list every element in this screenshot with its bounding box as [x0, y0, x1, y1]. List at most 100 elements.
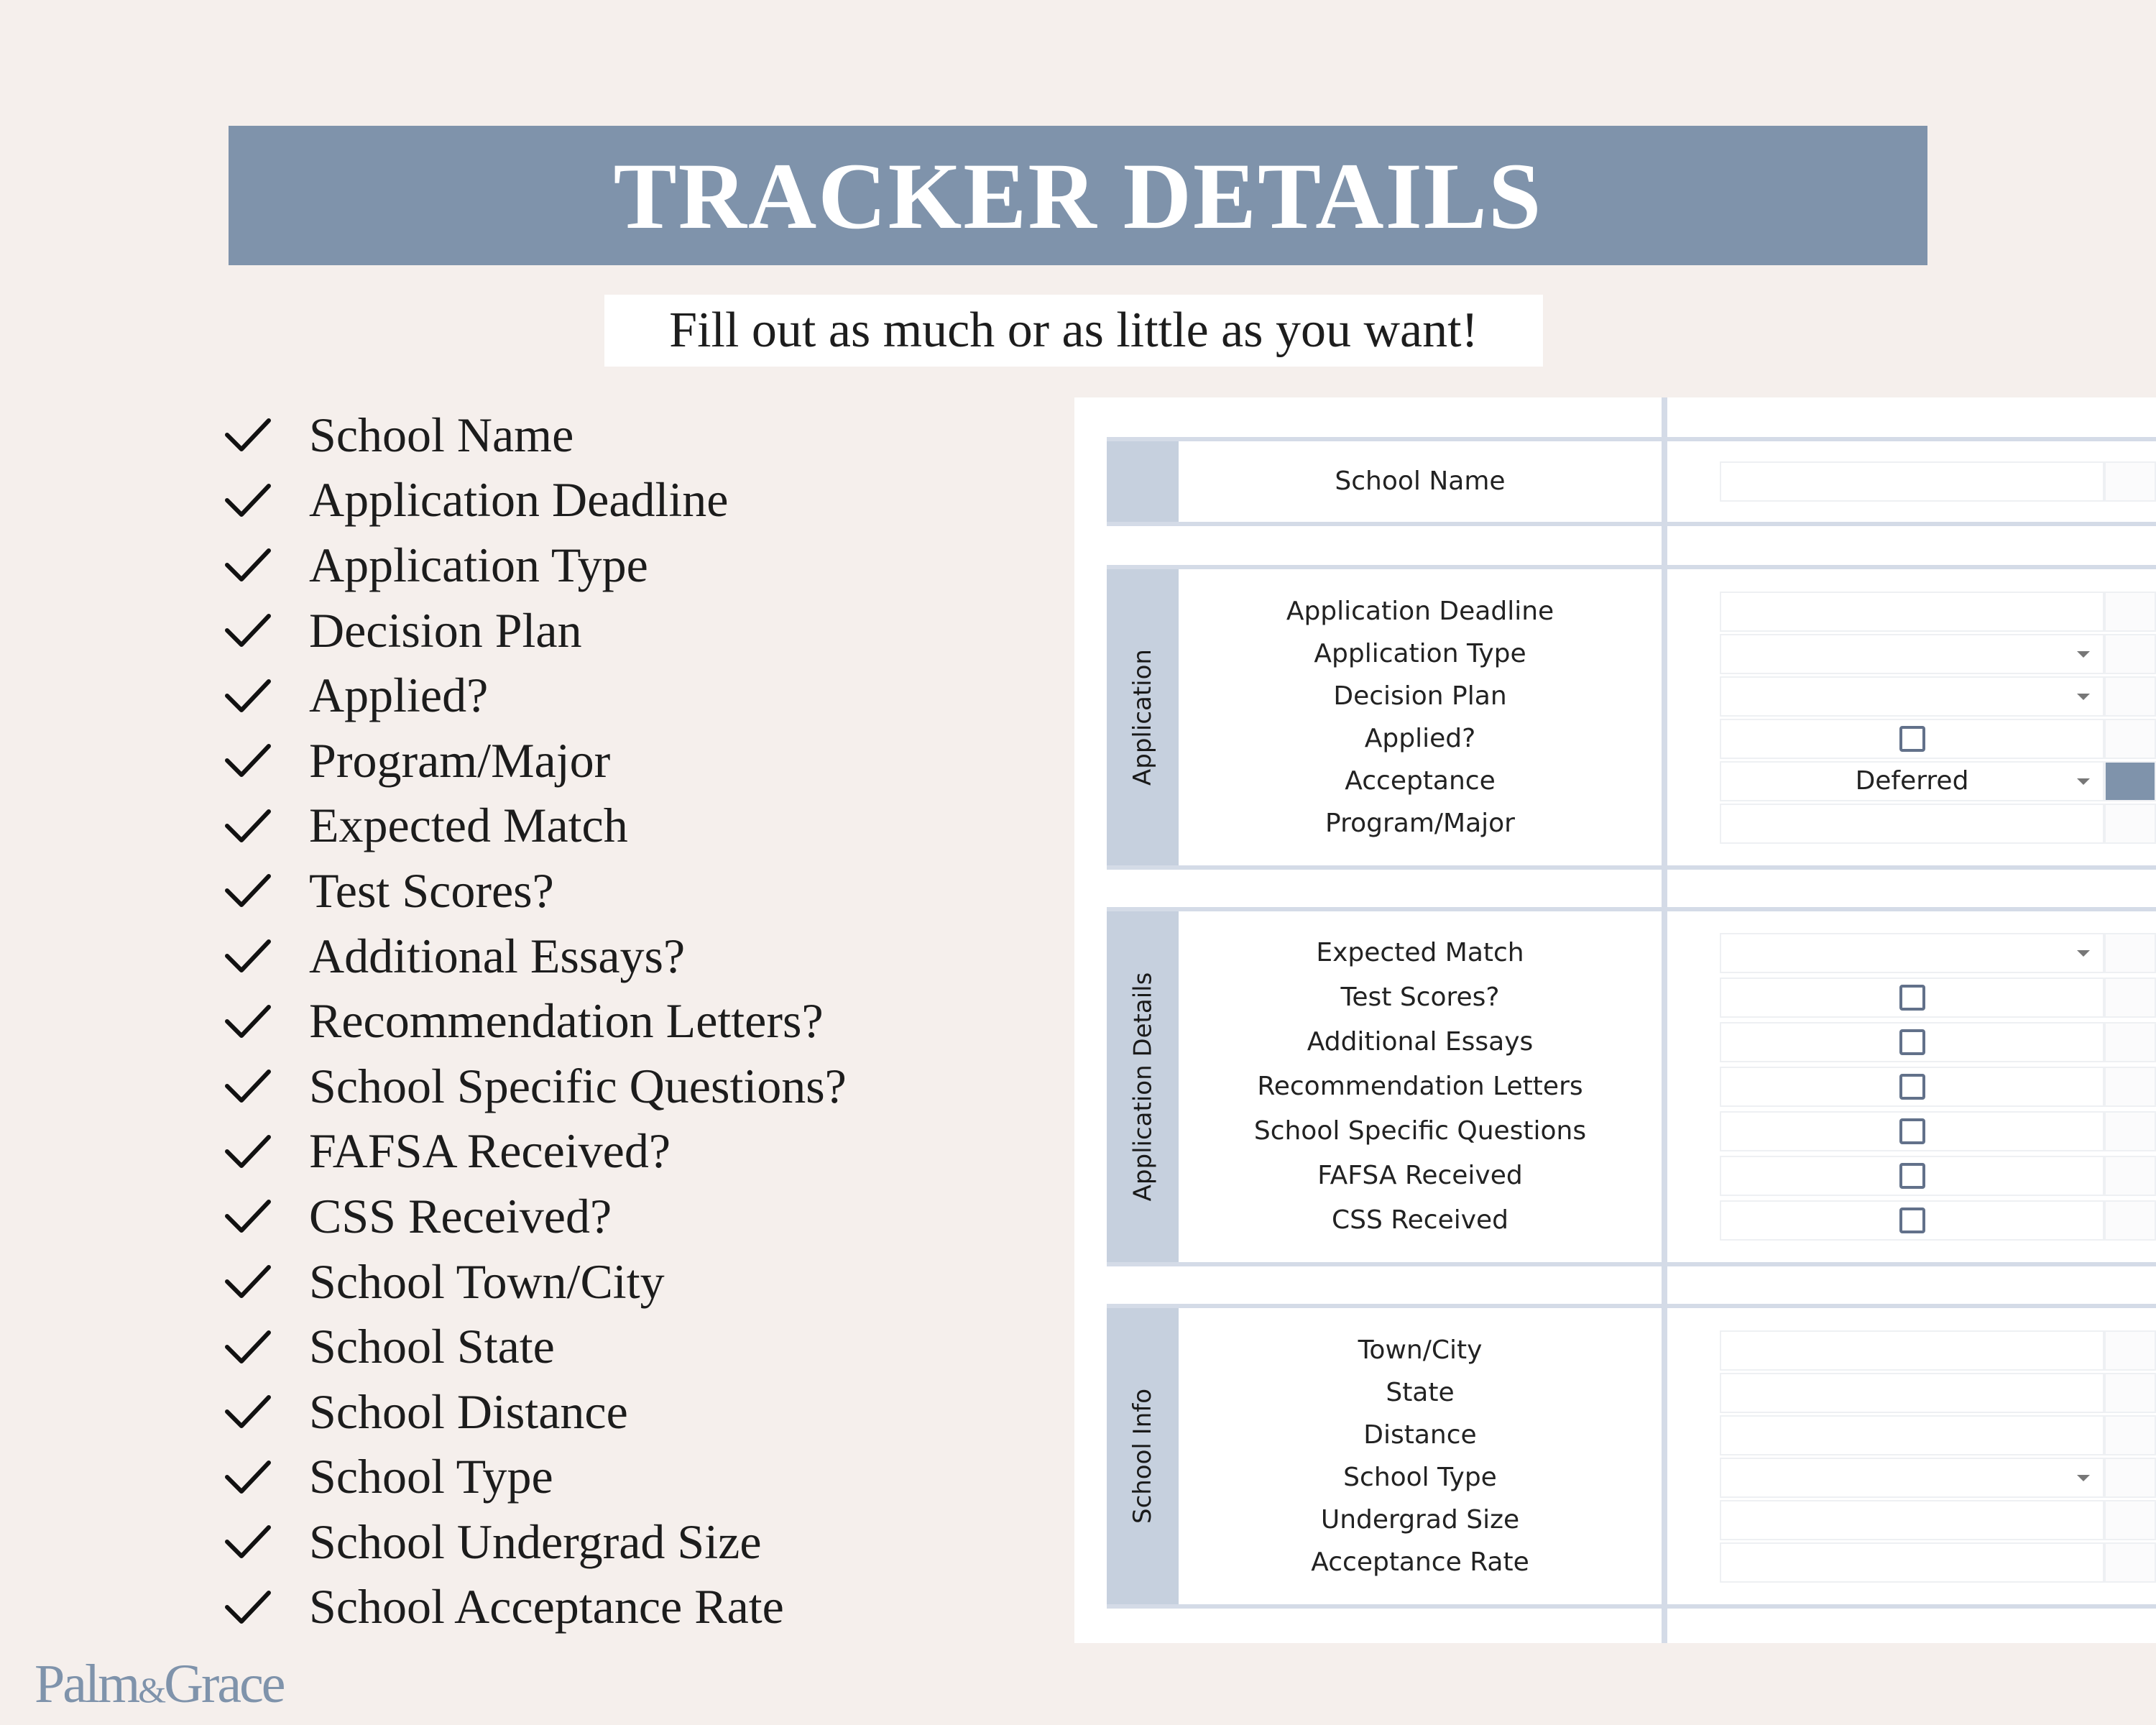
field-label: Application Deadline	[1286, 596, 1554, 626]
adjacent-cell[interactable]	[2104, 803, 2156, 844]
checklist-item: School Acceptance Rate	[223, 1575, 847, 1640]
checklist-item: School Type	[223, 1445, 847, 1510]
checkmark-icon	[225, 874, 271, 908]
checkmark-icon	[225, 1590, 271, 1624]
adjacent-cell[interactable]	[2104, 1156, 2156, 1196]
checklist-item-label: School Specific Questions?	[309, 1058, 847, 1113]
checklist-item-label: Applied?	[309, 668, 489, 723]
adjacent-cell[interactable]	[2104, 1067, 2156, 1107]
adjacent-cell[interactable]	[2104, 1372, 2156, 1413]
dropdown-arrow-icon[interactable]	[2077, 693, 2090, 700]
checkbox-cell[interactable]	[1720, 1022, 2104, 1062]
dropdown-cell[interactable]	[1720, 933, 2104, 973]
checkbox-cell[interactable]	[1720, 1200, 2104, 1241]
checkmark-icon	[225, 1525, 271, 1559]
adjacent-cell[interactable]	[2104, 676, 2156, 717]
checklist-item-label: FAFSA Received?	[309, 1123, 671, 1179]
adjacent-cell[interactable]	[2104, 1457, 2156, 1498]
checkmark-icon	[225, 418, 271, 452]
field-label: State	[1386, 1377, 1455, 1407]
field-labels: Application Deadline Application Type Deci…	[1179, 569, 1662, 865]
checkbox[interactable]	[1899, 1208, 1925, 1233]
adjacent-cell[interactable]	[2104, 1330, 2156, 1371]
text-input-cell[interactable]	[1720, 1499, 2104, 1540]
adjacent-cell[interactable]	[2104, 718, 2156, 759]
text-input-cell[interactable]	[1720, 591, 2104, 632]
checkbox[interactable]	[1899, 985, 1925, 1011]
text-input-cell[interactable]	[1720, 1542, 2104, 1583]
text-input-cell[interactable]	[1720, 1414, 2104, 1455]
dropdown-arrow-icon[interactable]	[2077, 778, 2090, 785]
checklist-item: Program/Major	[223, 728, 847, 794]
checkmark-icon	[225, 1070, 271, 1103]
checklist-item-label: Decision Plan	[309, 602, 582, 658]
dropdown-arrow-icon[interactable]	[2077, 1474, 2090, 1481]
checklist-item: School Distance	[223, 1379, 847, 1445]
adjacent-cell[interactable]	[2104, 461, 2156, 502]
adjacent-cell[interactable]	[2104, 978, 2156, 1018]
checkbox[interactable]	[1899, 1118, 1925, 1144]
checkmark-icon	[225, 1134, 271, 1168]
checkbox[interactable]	[1899, 1074, 1925, 1100]
checklist-item-label: Program/Major	[309, 732, 611, 788]
dropdown-arrow-icon[interactable]	[2077, 650, 2090, 658]
adjacent-cell[interactable]	[2104, 1499, 2156, 1540]
field-label: Program/Major	[1325, 808, 1515, 838]
checklist-item: Application Deadline	[223, 468, 847, 533]
text-input-cell[interactable]	[1720, 1330, 2104, 1371]
dropdown-cell[interactable]	[1720, 676, 2104, 717]
dropdown-arrow-icon[interactable]	[2077, 950, 2090, 957]
section-side-label: Application Details	[1107, 911, 1179, 1262]
text-input-cell[interactable]	[1720, 461, 2104, 502]
checklist-item-label: Expected Match	[309, 798, 628, 853]
checkmark-icon	[225, 744, 271, 778]
checkbox-cell[interactable]	[1720, 718, 2104, 759]
checklist-item-label: School Undergrad Size	[309, 1514, 762, 1569]
dropdown-cell[interactable]: Deferred	[1720, 760, 2104, 801]
checkmark-icon	[225, 1265, 271, 1299]
section-title: Application Details	[1128, 972, 1157, 1202]
brand-logo: Palm&Grace	[34, 1653, 286, 1716]
adjacent-cell[interactable]	[2104, 1414, 2156, 1455]
checklist-item: FAFSA Received?	[223, 1119, 847, 1184]
checkmark-icon	[225, 483, 271, 517]
adjacent-cell[interactable]	[2104, 1111, 2156, 1151]
adjacent-cell[interactable]	[2104, 1542, 2156, 1583]
checklist-item: School Town/City	[223, 1249, 847, 1315]
section-side-label: School Info	[1107, 1308, 1179, 1604]
dropdown-cell[interactable]	[1720, 1457, 2104, 1498]
text-input-cell[interactable]	[1720, 1372, 2104, 1413]
checkbox-cell[interactable]	[1720, 1111, 2104, 1151]
checkbox-cell[interactable]	[1720, 978, 2104, 1018]
sheet-section: School Info Town/City State Distance School …	[1107, 1304, 1662, 1609]
checklist-item: Test Scores?	[223, 858, 847, 924]
field-label: Decision Plan	[1333, 681, 1507, 711]
field-label: Distance	[1363, 1420, 1477, 1450]
text-input-cell[interactable]	[1720, 803, 2104, 844]
brand-name-right: Grace	[164, 1654, 285, 1714]
checklist-item: Expected Match	[223, 794, 847, 859]
dropdown-cell[interactable]	[1720, 633, 2104, 674]
adjacent-cell[interactable]	[2104, 1022, 2156, 1062]
checklist-item-label: CSS Received?	[309, 1188, 612, 1243]
adjacent-cell[interactable]	[2104, 633, 2156, 674]
adjacent-cell[interactable]	[2104, 1200, 2156, 1241]
field-label: FAFSA Received	[1317, 1161, 1523, 1190]
checkbox[interactable]	[1899, 1163, 1925, 1189]
checkbox-cell[interactable]	[1720, 1156, 2104, 1196]
field-label: Recommendation Letters	[1257, 1072, 1583, 1101]
field-label: Acceptance	[1345, 765, 1496, 796]
checklist-item: Decision Plan	[223, 598, 847, 663]
checklist-item: CSS Received?	[223, 1184, 847, 1249]
checkbox-cell[interactable]	[1720, 1067, 2104, 1107]
field-label: CSS Received	[1331, 1205, 1509, 1235]
adjacent-cell[interactable]	[2104, 760, 2156, 801]
checklist-item: Applied?	[223, 663, 847, 728]
subtitle-box: Fill out as much or as little as you wan…	[604, 295, 1543, 367]
checkbox[interactable]	[1899, 725, 1925, 752]
checkbox[interactable]	[1899, 1029, 1925, 1055]
adjacent-cell[interactable]	[2104, 933, 2156, 973]
checklist-item: School State	[223, 1314, 847, 1379]
section-title: Application	[1128, 649, 1158, 786]
adjacent-cell[interactable]	[2104, 591, 2156, 632]
